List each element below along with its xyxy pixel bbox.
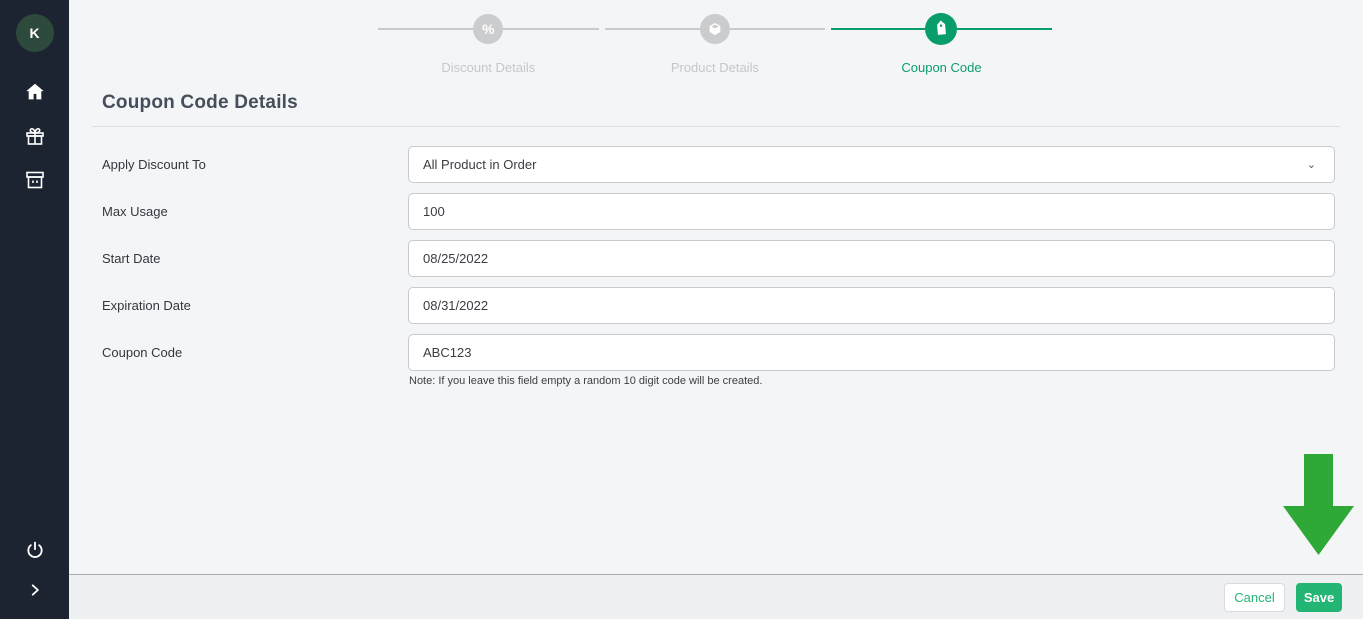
- sidebar: K: [0, 0, 69, 619]
- coupon-form: Apply Discount To All Product in Order ⌄…: [69, 146, 1363, 397]
- sidebar-item-home[interactable]: [22, 79, 48, 105]
- down-arrow-annotation: [1283, 454, 1355, 561]
- step-discount-details[interactable]: % Discount Details: [375, 8, 602, 70]
- step-label: Discount Details: [375, 60, 602, 75]
- sidebar-item-store[interactable]: [22, 167, 48, 193]
- field-label: Start Date: [69, 240, 408, 277]
- coupon-code-input[interactable]: [408, 334, 1335, 371]
- avatar[interactable]: K: [16, 14, 54, 52]
- field-label: Max Usage: [69, 193, 408, 230]
- chevron-right-icon: [28, 583, 42, 597]
- store-box-icon: [23, 168, 47, 192]
- chevron-down-icon: ⌄: [1307, 158, 1316, 171]
- form-row-start-date: Start Date: [69, 240, 1363, 277]
- max-usage-input[interactable]: [408, 193, 1335, 230]
- page-title: Coupon Code Details: [102, 92, 298, 114]
- cancel-button[interactable]: Cancel: [1224, 583, 1285, 612]
- sidebar-bottom: [22, 537, 48, 603]
- sidebar-expand-button[interactable]: [22, 577, 48, 603]
- form-row-apply-discount-to: Apply Discount To All Product in Order ⌄: [69, 146, 1363, 183]
- sidebar-item-discounts[interactable]: [22, 123, 48, 149]
- field-label: Coupon Code: [69, 334, 408, 387]
- step-product-details[interactable]: Product Details: [602, 8, 829, 70]
- field-label: Apply Discount To: [69, 146, 408, 183]
- expiration-date-input[interactable]: [408, 287, 1335, 324]
- start-date-input[interactable]: [408, 240, 1335, 277]
- form-row-coupon-code: Coupon Code Note: If you leave this fiel…: [69, 334, 1363, 387]
- wizard-stepper: % Discount Details Product Details Coupo…: [375, 8, 1055, 70]
- field-label: Expiration Date: [69, 287, 408, 324]
- logout-button[interactable]: [22, 537, 48, 563]
- step-label: Coupon Code: [828, 60, 1055, 75]
- step-label: Product Details: [602, 60, 829, 75]
- percent-icon: %: [473, 14, 503, 44]
- step-coupon-code[interactable]: Coupon Code: [828, 8, 1055, 70]
- power-icon: [25, 540, 45, 560]
- percent-glyph: %: [482, 21, 494, 37]
- main-content: % Discount Details Product Details Coupo…: [69, 0, 1363, 619]
- save-button[interactable]: Save: [1296, 583, 1342, 612]
- title-divider: [92, 126, 1340, 127]
- selected-option-text: All Product in Order: [423, 157, 536, 172]
- form-row-max-usage: Max Usage: [69, 193, 1363, 230]
- footer-action-bar: Cancel Save: [69, 574, 1363, 619]
- gift-icon: [23, 124, 47, 148]
- tag-icon: [925, 13, 957, 45]
- form-row-expiration-date: Expiration Date: [69, 287, 1363, 324]
- home-icon: [24, 81, 46, 103]
- apply-discount-to-select[interactable]: All Product in Order ⌄: [408, 146, 1335, 183]
- coupon-code-note: Note: If you leave this field empty a ra…: [408, 375, 1335, 387]
- product-box-icon: [700, 14, 730, 44]
